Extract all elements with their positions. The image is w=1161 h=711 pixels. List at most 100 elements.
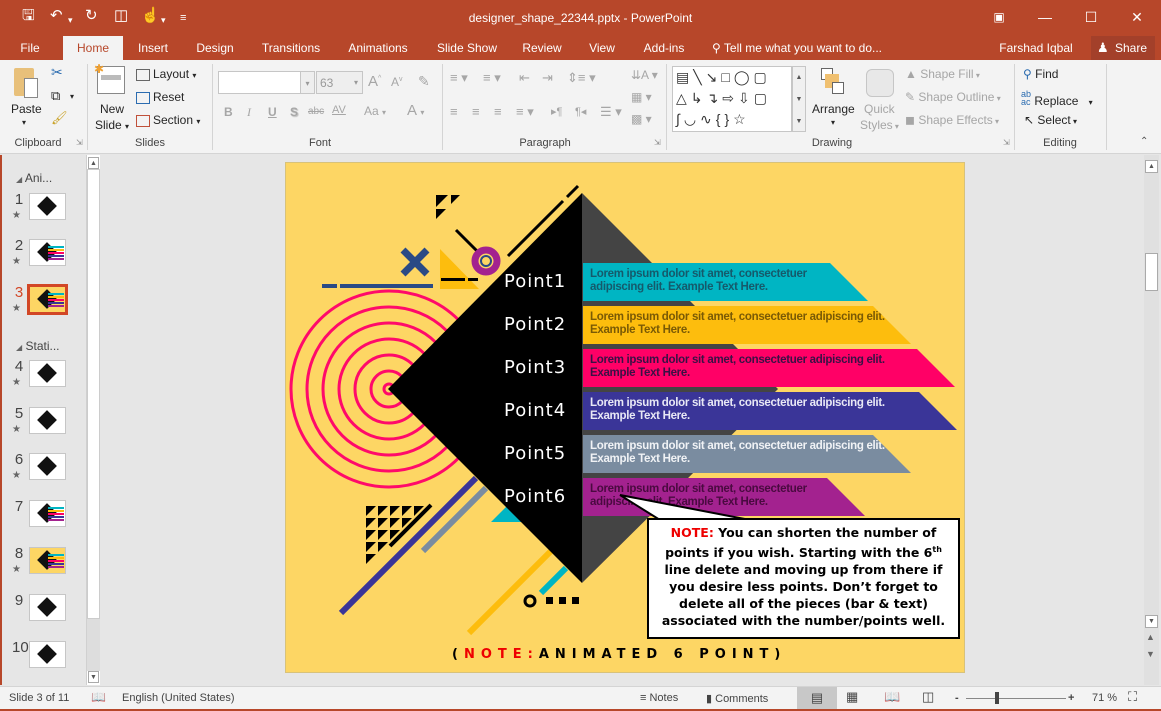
minimize-icon[interactable]: — — [1030, 6, 1060, 28]
scroll-thumb[interactable] — [87, 169, 100, 619]
strikethrough-button[interactable]: abc — [308, 106, 324, 117]
tab-insert[interactable]: Insert — [130, 36, 176, 60]
point-bar[interactable]: Lorem ipsum dolor sit amet, consectetuer… — [583, 263, 868, 301]
italic-button[interactable]: I — [247, 105, 251, 120]
font-size-dropdown-icon[interactable]: ▾ — [349, 71, 363, 94]
scroll-thumb[interactable] — [1145, 253, 1158, 291]
zoom-level[interactable]: 71 % — [1092, 692, 1117, 704]
align-text-icon[interactable]: ▦ ▾ — [631, 90, 652, 104]
tab-review[interactable]: Review — [516, 36, 568, 60]
justify-icon[interactable]: ≡ ▾ — [516, 104, 534, 120]
maximize-icon[interactable]: ☐ — [1076, 6, 1106, 28]
line-spacing-icon[interactable]: ⇕≡ ▾ — [567, 70, 596, 86]
smartart-icon[interactable]: ▩ ▾ — [631, 112, 652, 126]
zoom-in-button[interactable]: + — [1068, 692, 1074, 704]
zoom-slider[interactable] — [966, 698, 1066, 699]
scroll-down-button[interactable]: ▼ — [1145, 615, 1158, 628]
drawing-launcher-icon[interactable]: ⇲ — [1003, 138, 1010, 147]
new-slide-icon[interactable]: ✱ — [94, 62, 125, 94]
tab-add-ins[interactable]: Add-ins — [636, 36, 692, 60]
point-bar[interactable]: Lorem ipsum dolor sit amet, consectetuer… — [583, 349, 955, 387]
tab-view[interactable]: View — [582, 36, 622, 60]
shadow-button[interactable]: S — [290, 105, 298, 119]
shapes-gallery[interactable]: ▤╲↘□◯▢ △↳↴⇨⇩▢ ∫◡∿{}☆ — [672, 66, 792, 132]
slide-footer-note[interactable]: (NOTE:ANIMATED 6 POINT) — [452, 647, 786, 662]
decrease-font-icon[interactable]: Av — [391, 75, 403, 89]
paste-label[interactable]: Paste — [11, 102, 42, 116]
layout-button[interactable]: Layout ▾ — [136, 67, 196, 81]
slide-thumbnail[interactable] — [29, 594, 66, 621]
format-painter-icon[interactable]: 🖌 — [51, 110, 68, 126]
increase-font-icon[interactable]: A^ — [368, 73, 381, 90]
language-indicator[interactable]: English (United States) — [122, 692, 235, 704]
cut-icon[interactable]: ✂ — [51, 64, 63, 81]
previous-slide-icon[interactable]: ▲ — [1146, 632, 1155, 642]
rtl-icon[interactable]: ¶◂ — [575, 105, 586, 118]
font-name-dropdown-icon[interactable]: ▾ — [300, 71, 315, 94]
arrange-icon[interactable] — [818, 66, 848, 98]
align-left-icon[interactable]: ≡ — [450, 104, 458, 119]
clipboard-launcher-icon[interactable]: ⇲ — [76, 138, 83, 147]
note-callout[interactable]: NOTE: You can shorten the number of poin… — [647, 518, 960, 639]
section-button[interactable]: Section ▾ — [136, 113, 200, 127]
select-button[interactable]: ↖ Select ▾ — [1024, 113, 1077, 127]
new-slide-label-2[interactable]: Slide ▾ — [95, 118, 129, 132]
slide-sorter-icon[interactable]: ▦ — [846, 689, 858, 705]
copy-icon[interactable]: ⧉ — [51, 88, 60, 104]
vertical-scrollbar[interactable]: ▲ ▼ ▲ ▼ — [1144, 155, 1159, 685]
paste-dropdown-icon[interactable]: ▾ — [22, 118, 26, 127]
font-color-button[interactable]: A ▾ — [407, 102, 424, 119]
slide-thumbnail[interactable] — [27, 284, 68, 315]
bullets-icon[interactable]: ≡ ▾ — [450, 70, 468, 86]
scroll-up-button[interactable]: ▲ — [1145, 160, 1158, 173]
numbering-icon[interactable]: ≡ ▾ — [483, 70, 501, 86]
slide-thumbnail[interactable] — [29, 500, 66, 527]
tab-transitions[interactable]: Transitions — [254, 36, 328, 60]
spell-check-icon[interactable]: 📖 — [91, 690, 106, 704]
tell-me-search[interactable]: ⚲ Tell me what you want to do... — [712, 36, 902, 60]
reading-view-icon[interactable]: 📖 — [884, 689, 900, 705]
collapse-ribbon-icon[interactable]: ⌃ — [1140, 136, 1148, 147]
zoom-out-button[interactable]: - — [955, 692, 959, 704]
clear-formatting-icon[interactable]: ✎ — [418, 73, 430, 90]
align-center-icon[interactable]: ≡ — [472, 104, 480, 119]
bold-button[interactable]: B — [224, 105, 233, 119]
comments-button[interactable]: ▮ Comments — [706, 692, 768, 705]
slide-thumbnail[interactable] — [29, 407, 66, 434]
reset-button[interactable]: Reset — [136, 90, 184, 104]
close-icon[interactable]: ✕ — [1122, 6, 1152, 28]
slideshow-view-icon[interactable]: ◫ — [922, 689, 934, 705]
tab-file[interactable]: File — [10, 36, 50, 60]
tab-design[interactable]: Design — [188, 36, 242, 60]
text-direction-icon[interactable]: ⇊A ▾ — [631, 68, 658, 82]
section-header-static[interactable]: ◢ Stati... — [16, 339, 60, 353]
copy-dropdown-icon[interactable]: ▾ — [70, 92, 74, 101]
tab-animations[interactable]: Animations — [340, 36, 416, 60]
paste-button[interactable] — [12, 66, 42, 102]
next-slide-icon[interactable]: ▼ — [1146, 649, 1155, 659]
replace-button[interactable]: ab ac Replace ▾ — [1021, 90, 1093, 109]
change-case-button[interactable]: Aa ▾ — [364, 104, 386, 118]
paragraph-launcher-icon[interactable]: ⇲ — [654, 138, 661, 147]
quick-styles-icon[interactable] — [866, 69, 894, 97]
character-spacing-button[interactable]: AV — [332, 104, 346, 116]
slide-thumbnail[interactable] — [29, 193, 66, 220]
point-bar[interactable]: Lorem ipsum dolor sit amet, consectetuer… — [583, 435, 911, 473]
find-button[interactable]: ⚲ Find — [1023, 67, 1058, 81]
notes-button[interactable]: ≡ Notes — [640, 692, 678, 704]
arrange-dropdown-icon[interactable]: ▾ — [831, 118, 835, 127]
arrange-label[interactable]: Arrange — [812, 102, 855, 116]
share-button[interactable]: ♟ Share — [1091, 36, 1155, 60]
point-bar[interactable]: Lorem ipsum dolor sit amet, consectetuer… — [583, 306, 911, 344]
shape-effects-button[interactable]: ◼ Shape Effects ▾ — [905, 113, 999, 127]
ltr-icon[interactable]: ▸¶ — [551, 105, 562, 118]
tab-home[interactable]: Home — [63, 36, 123, 60]
underline-button[interactable]: U — [268, 105, 277, 119]
slide-thumbnail[interactable] — [29, 547, 66, 574]
point-bar[interactable]: Lorem ipsum dolor sit amet, consectetuer… — [583, 392, 957, 430]
scroll-down-button[interactable]: ▼ — [88, 671, 99, 683]
slide-thumbnail[interactable] — [29, 641, 66, 668]
fit-slide-icon[interactable]: ⛶ — [1128, 689, 1137, 705]
shape-outline-button[interactable]: ✎ Shape Outline ▾ — [905, 90, 1001, 104]
ribbon-display-options-icon[interactable]: ▣ — [984, 6, 1014, 28]
